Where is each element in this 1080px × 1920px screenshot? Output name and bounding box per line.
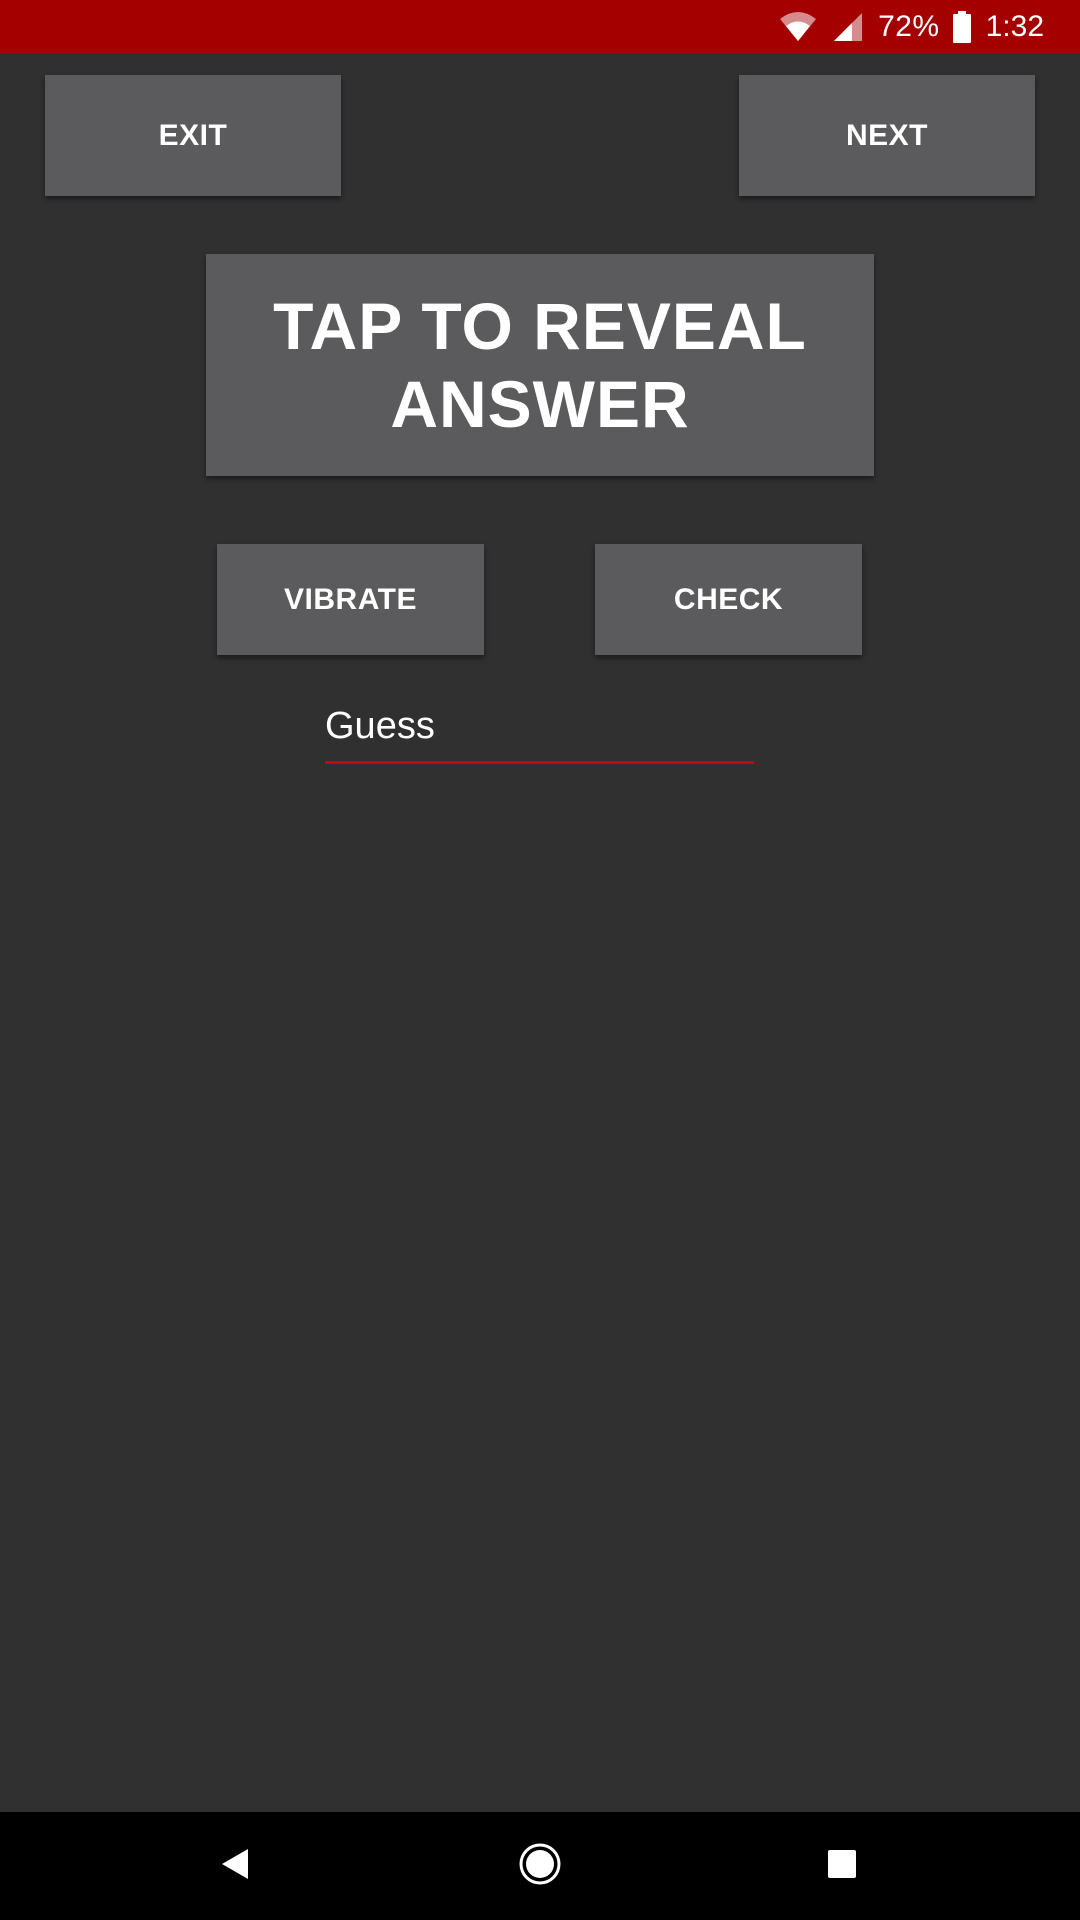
signal-icon: [832, 11, 864, 43]
vibrate-button[interactable]: VIBRATE: [217, 544, 484, 655]
screen: 72% 1:32 EXIT NEXT TAP TO REVEAL ANSWER …: [0, 0, 1080, 1920]
back-button[interactable]: [175, 1812, 295, 1920]
next-button[interactable]: NEXT: [739, 75, 1035, 196]
check-button[interactable]: CHECK: [595, 544, 862, 655]
back-icon: [218, 1847, 252, 1886]
reveal-answer-button[interactable]: TAP TO REVEAL ANSWER: [206, 254, 874, 476]
wifi-icon: [778, 11, 818, 43]
recents-icon: [827, 1849, 857, 1884]
recents-button[interactable]: [782, 1812, 902, 1920]
battery-percent: 72%: [878, 9, 940, 43]
home-icon: [518, 1842, 562, 1891]
navigation-bar: [0, 1812, 1080, 1920]
exit-button[interactable]: EXIT: [45, 75, 341, 196]
status-bar: 72% 1:32: [0, 0, 1080, 53]
guess-input[interactable]: [325, 700, 754, 764]
clock: 1:32: [985, 9, 1044, 43]
battery-icon: [952, 10, 972, 43]
home-button[interactable]: [480, 1812, 600, 1920]
